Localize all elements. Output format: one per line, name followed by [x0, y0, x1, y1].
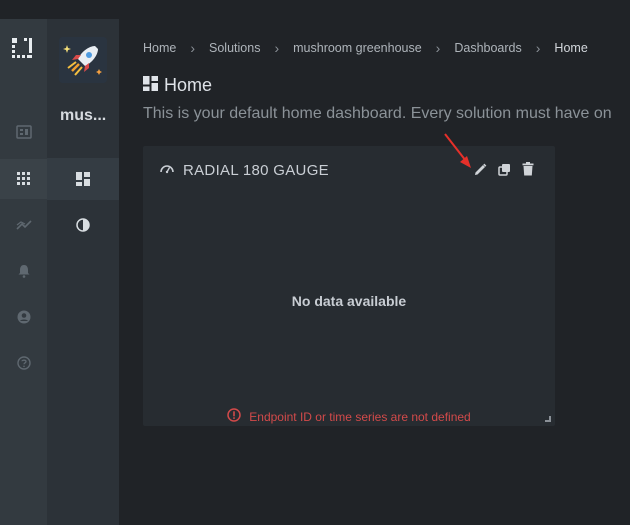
- delete-icon[interactable]: [521, 162, 535, 176]
- chevron-right-icon: ›: [535, 40, 541, 56]
- apps-icon[interactable]: [0, 159, 47, 199]
- duplicate-icon[interactable]: [497, 162, 511, 176]
- breadcrumb-solutions[interactable]: Solutions: [209, 41, 260, 55]
- dashboard-icon: [143, 75, 158, 96]
- page-header: Home: [143, 75, 212, 96]
- solution-avatar[interactable]: [59, 37, 107, 83]
- widget-toolbar: [473, 162, 535, 176]
- page-subtitle: This is your default home dashboard. Eve…: [143, 105, 612, 122]
- solution-sidebar: mus...: [47, 19, 119, 525]
- breadcrumb-solution[interactable]: mushroom greenhouse: [293, 41, 422, 55]
- no-data-message: No data available: [291, 293, 407, 309]
- help-icon[interactable]: [0, 343, 47, 383]
- chevron-right-icon: ›: [190, 40, 196, 56]
- breadcrumb-current: Home: [554, 41, 588, 55]
- solution-name[interactable]: mus...: [60, 107, 106, 125]
- dashboards-nav-icon[interactable]: [47, 158, 119, 200]
- main-content: Home › Solutions › mushroom greenhouse ›…: [119, 19, 630, 525]
- notifications-icon[interactable]: [0, 251, 47, 291]
- breadcrumb-dashboards[interactable]: Dashboards: [454, 41, 521, 55]
- top-bar: [0, 0, 630, 19]
- widget-title: RADIAL 180 GAUGE: [183, 161, 329, 179]
- gauge-widget: RADIAL 180 GAUGE No data available Endpo…: [143, 146, 555, 426]
- edit-icon[interactable]: [473, 162, 487, 176]
- theme-nav-icon[interactable]: [47, 204, 119, 246]
- gauge-icon: [159, 161, 175, 179]
- app-logo-icon[interactable]: [11, 37, 33, 59]
- account-icon[interactable]: [0, 297, 47, 337]
- error-icon: [227, 408, 242, 425]
- widget-header: RADIAL 180 GAUGE: [159, 161, 329, 179]
- chevron-right-icon: ›: [435, 40, 441, 56]
- insights-icon[interactable]: [0, 205, 47, 245]
- resize-handle-icon[interactable]: [545, 416, 551, 422]
- breadcrumb-home[interactable]: Home: [143, 41, 176, 55]
- error-text: Endpoint ID or time series are not defin…: [249, 409, 471, 424]
- chevron-right-icon: ›: [274, 40, 280, 56]
- page-title: Home: [164, 75, 213, 95]
- widget-error: Endpoint ID or time series are not defin…: [143, 408, 555, 425]
- global-nav-rail: [0, 19, 47, 525]
- devices-icon[interactable]: [0, 112, 47, 152]
- breadcrumb: Home › Solutions › mushroom greenhouse ›…: [143, 40, 588, 56]
